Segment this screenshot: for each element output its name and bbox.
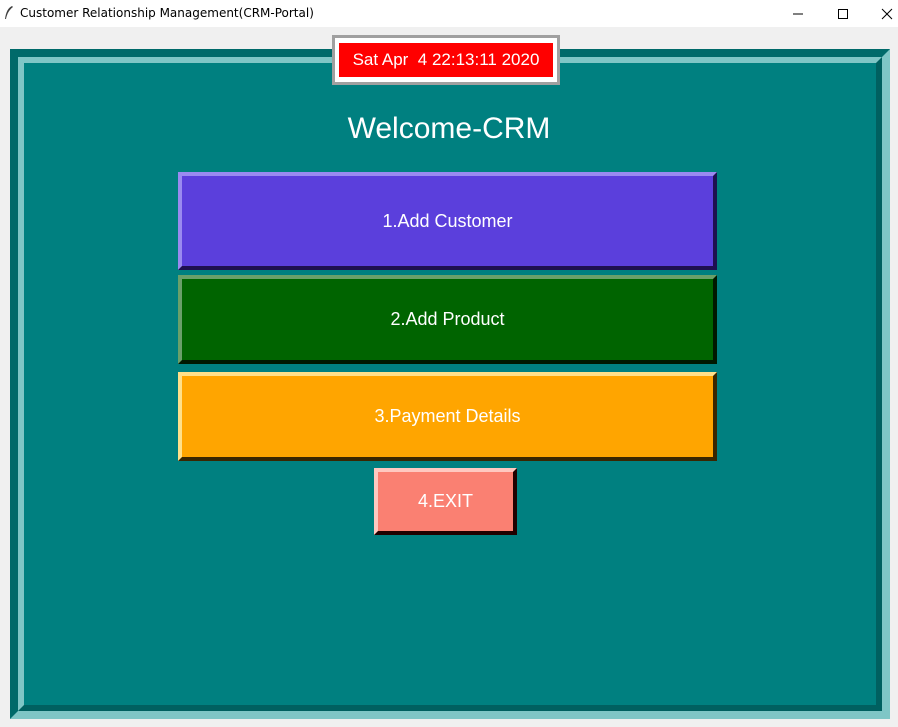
minimize-icon <box>793 13 803 14</box>
feather-icon <box>4 6 14 20</box>
payment-details-button[interactable]: 3.Payment Details <box>178 372 717 461</box>
add-product-button[interactable]: 2.Add Product <box>178 275 717 364</box>
minimize-button[interactable] <box>775 0 821 27</box>
close-icon <box>881 8 893 19</box>
maximize-button[interactable] <box>820 0 866 27</box>
add-customer-button[interactable]: 1.Add Customer <box>178 172 717 270</box>
title-bar: Customer Relationship Management(CRM-Por… <box>0 0 898 27</box>
maximize-icon <box>838 8 848 19</box>
close-button[interactable] <box>864 0 898 27</box>
window-title: Customer Relationship Management(CRM-Por… <box>20 6 314 20</box>
clock-label: Sat Apr 4 22:13:11 2020 <box>339 43 553 77</box>
page-title: Welcome-CRM <box>347 112 551 145</box>
exit-button[interactable]: 4.EXIT <box>374 468 517 535</box>
clock-frame: Sat Apr 4 22:13:11 2020 <box>332 35 560 85</box>
